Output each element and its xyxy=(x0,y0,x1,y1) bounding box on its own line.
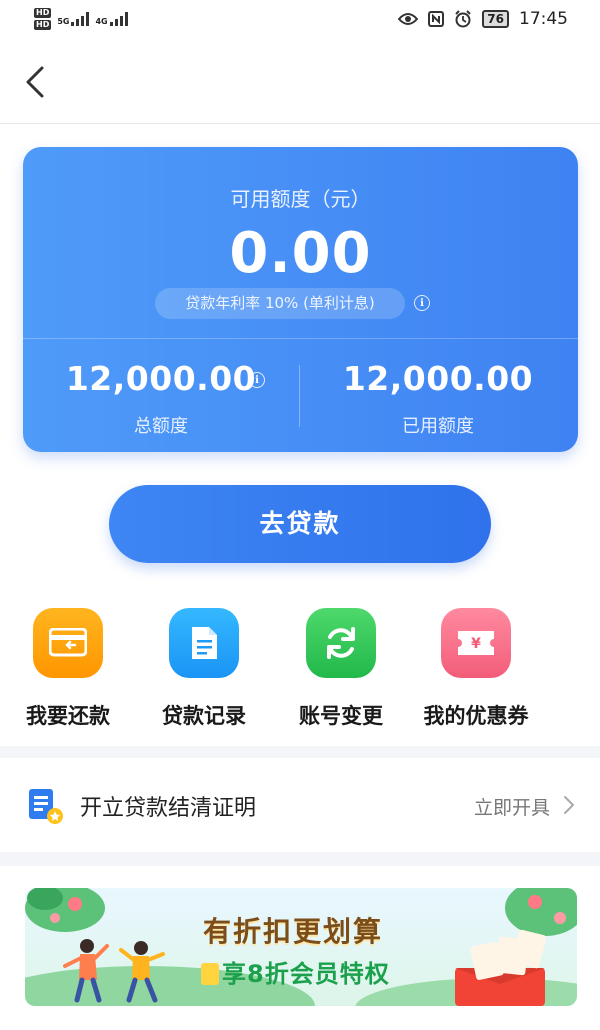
chevron-right-icon xyxy=(564,796,574,814)
action-loan-records[interactable]: 贷款记录 xyxy=(139,608,269,730)
hd-badge-2: HD xyxy=(34,20,52,30)
action-repay-label: 我要还款 xyxy=(26,704,110,728)
rate-info-icon[interactable]: i xyxy=(414,295,430,311)
issue-now-link[interactable]: 立即开具 xyxy=(474,793,550,820)
action-account-change[interactable]: 账号变更 xyxy=(276,608,406,730)
promo-banner[interactable]: 有折扣更划算 享8折会员特权 xyxy=(25,888,577,1006)
action-account-change-label: 账号变更 xyxy=(299,704,383,728)
signal-bars-icon xyxy=(71,12,90,26)
action-my-coupons[interactable]: ¥ 我的优惠券 xyxy=(411,608,541,730)
credit-summary-card: 可用额度（元） 0.00 贷款年利率 10% (单利计息) i 12,000.0… xyxy=(23,147,578,452)
document-icon xyxy=(169,608,239,678)
signal-5g: 5G xyxy=(57,12,90,26)
available-credit-amount: 0.00 xyxy=(229,221,372,286)
card-return-icon xyxy=(33,608,103,678)
action-repay[interactable]: 我要还款 xyxy=(3,608,133,730)
hd-indicator: HD HD xyxy=(34,7,52,31)
clock-time: 17:45 xyxy=(519,9,568,29)
section-divider xyxy=(0,746,600,758)
top-navigation xyxy=(0,38,600,124)
settlement-certificate-title: 开立贷款结清证明 xyxy=(80,796,257,821)
banner-title: 有折扣更划算 xyxy=(203,915,384,948)
used-credit-value: 12,000.00 xyxy=(342,359,534,398)
refresh-icon xyxy=(306,608,376,678)
status-bar: HD HD 5G 4G 76 17:45 xyxy=(0,0,600,38)
total-credit-stat: 12,000.00 总额度 xyxy=(23,359,299,438)
coupon-icon: ¥ xyxy=(441,608,511,678)
eye-icon xyxy=(398,13,419,25)
status-bar-right: 76 17:45 xyxy=(398,9,568,29)
available-credit-label: 可用额度（元） xyxy=(230,187,371,211)
network-5g-label: 5G xyxy=(57,17,70,26)
action-loan-records-label: 贷款记录 xyxy=(162,704,246,728)
status-bar-left: HD HD 5G 4G xyxy=(34,7,128,31)
badge-icon xyxy=(201,963,219,985)
hd-badge-1: HD xyxy=(34,8,52,18)
signal-4g: 4G xyxy=(95,12,128,26)
interest-rate-pill: 贷款年利率 10% (单利计息) xyxy=(155,288,405,319)
card-divider xyxy=(23,338,578,339)
used-credit-stat: 12,000.00 已用额度 xyxy=(300,359,576,438)
apply-loan-button[interactable]: 去贷款 xyxy=(109,485,491,563)
alarm-icon xyxy=(455,10,472,28)
back-icon[interactable] xyxy=(22,64,52,100)
svg-text:¥: ¥ xyxy=(471,636,481,652)
settlement-certificate-row[interactable]: 开立贷款结清证明 立即开具 xyxy=(0,760,600,850)
certificate-icon xyxy=(29,789,63,824)
total-credit-info-icon[interactable]: i xyxy=(249,372,265,388)
banner-subtitle-text: 享8折会员特权 xyxy=(222,960,390,988)
quick-actions: 我要还款 贷款记录 账号变更 ¥ 我的优惠券 xyxy=(0,608,600,733)
section-divider xyxy=(0,852,600,866)
battery-icon: 76 xyxy=(482,10,509,28)
used-credit-label: 已用额度 xyxy=(402,416,474,437)
network-4g-label: 4G xyxy=(95,17,108,26)
action-my-coupons-label: 我的优惠券 xyxy=(423,704,529,728)
nfc-icon xyxy=(428,11,445,27)
signal-bars-icon xyxy=(109,12,128,26)
total-credit-label: 总额度 xyxy=(134,416,188,437)
banner-subtitle: 享8折会员特权 xyxy=(201,954,390,989)
